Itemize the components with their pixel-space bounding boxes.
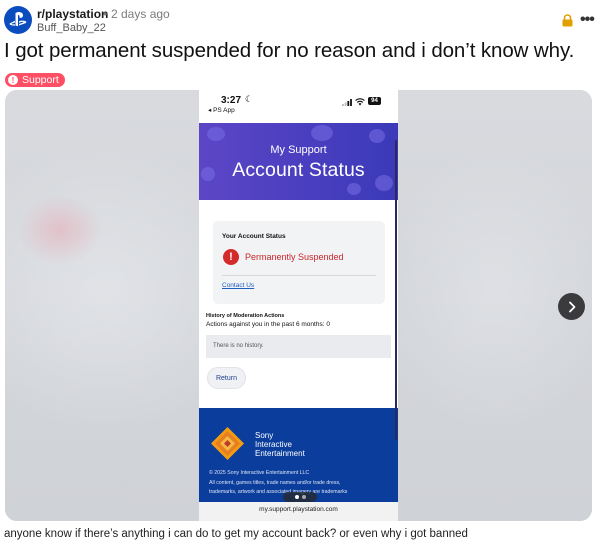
contact-us-link: Contact Us: [222, 282, 255, 289]
post-body-text: anyone know if there’s anything i can do…: [4, 528, 468, 540]
hero-title: Account Status: [232, 159, 365, 181]
post-media[interactable]: 3:27 ☾ ◂ PS App 94 My Support Account St…: [5, 90, 592, 521]
more-options-icon[interactable]: •••: [580, 11, 595, 29]
suspension-status: Permanently Suspended: [245, 252, 344, 262]
gallery-pager[interactable]: [283, 492, 317, 502]
lock-icon: [562, 14, 573, 27]
flair-badge[interactable]: ! Support: [5, 73, 65, 87]
status-card-heading: Your Account Status: [222, 233, 286, 240]
brand-line: Interactive: [255, 440, 292, 449]
subreddit-name[interactable]: r/playstation: [37, 7, 108, 21]
pager-dot-active[interactable]: [294, 495, 299, 499]
alert-icon: !: [223, 249, 239, 265]
no-history-box: There is no history.: [206, 335, 391, 358]
exclamation-icon: !: [8, 75, 18, 85]
copyright-line: © 2025 Sony Interactive Entertainment LL…: [209, 470, 310, 476]
pager-dot[interactable]: [301, 495, 306, 499]
flair-label: Support: [22, 74, 59, 86]
history-heading: History of Moderation Actions: [206, 313, 285, 319]
hero-decoration: [347, 183, 361, 195]
brand-line: Sony: [255, 431, 274, 440]
phone-status-bar: 3:27 ☾ ◂ PS App 94: [199, 90, 398, 124]
hero-decoration: [369, 129, 385, 143]
card-divider: [222, 275, 376, 276]
sony-interactive-logo-icon: [211, 427, 244, 460]
account-status-card: Your Account Status ! Permanently Suspen…: [213, 221, 385, 304]
browser-url: my.support.playstation.com: [259, 506, 338, 513]
brand-line: Entertainment: [255, 449, 305, 458]
signal-icon: [342, 99, 352, 106]
author-name[interactable]: Buff_Baby_22: [37, 22, 106, 34]
post-header: r/playstation • 2 days ago Buff_Baby_22 …: [4, 5, 596, 37]
page-scrollbar: [395, 140, 397, 440]
post-title[interactable]: I got permanent suspended for no reason …: [4, 39, 574, 63]
account-status-banner: My Support Account Status: [199, 123, 398, 200]
battery-icon: 94: [368, 97, 381, 105]
playstation-logo-icon[interactable]: [4, 6, 32, 34]
history-count: Actions against you in the past 6 months…: [206, 321, 330, 328]
hero-subtitle: My Support: [270, 144, 327, 156]
copyright-line: All content, games titles, trade names a…: [209, 479, 341, 486]
back-to-app-link: ◂ PS App: [208, 107, 235, 114]
sony-brand-name: Sony Interactive Entertainment: [255, 431, 305, 458]
hero-decoration: [311, 125, 333, 141]
return-button: Return: [207, 367, 246, 389]
post-age: 2 days ago: [111, 7, 170, 21]
browser-url-bar: my.support.playstation.com: [199, 502, 398, 521]
phone-screenshot: 3:27 ☾ ◂ PS App 94 My Support Account St…: [199, 90, 398, 521]
chevron-right-icon[interactable]: [558, 293, 585, 320]
no-history-text: There is no history.: [213, 343, 264, 349]
sony-footer: Sony Interactive Entertainment © 2025 So…: [199, 408, 398, 502]
moon-icon: ☾: [245, 94, 254, 104]
status-time: 3:27: [221, 95, 242, 106]
hero-decoration: [207, 127, 225, 141]
wifi-icon: [355, 98, 365, 106]
meta-separator: •: [103, 7, 108, 21]
